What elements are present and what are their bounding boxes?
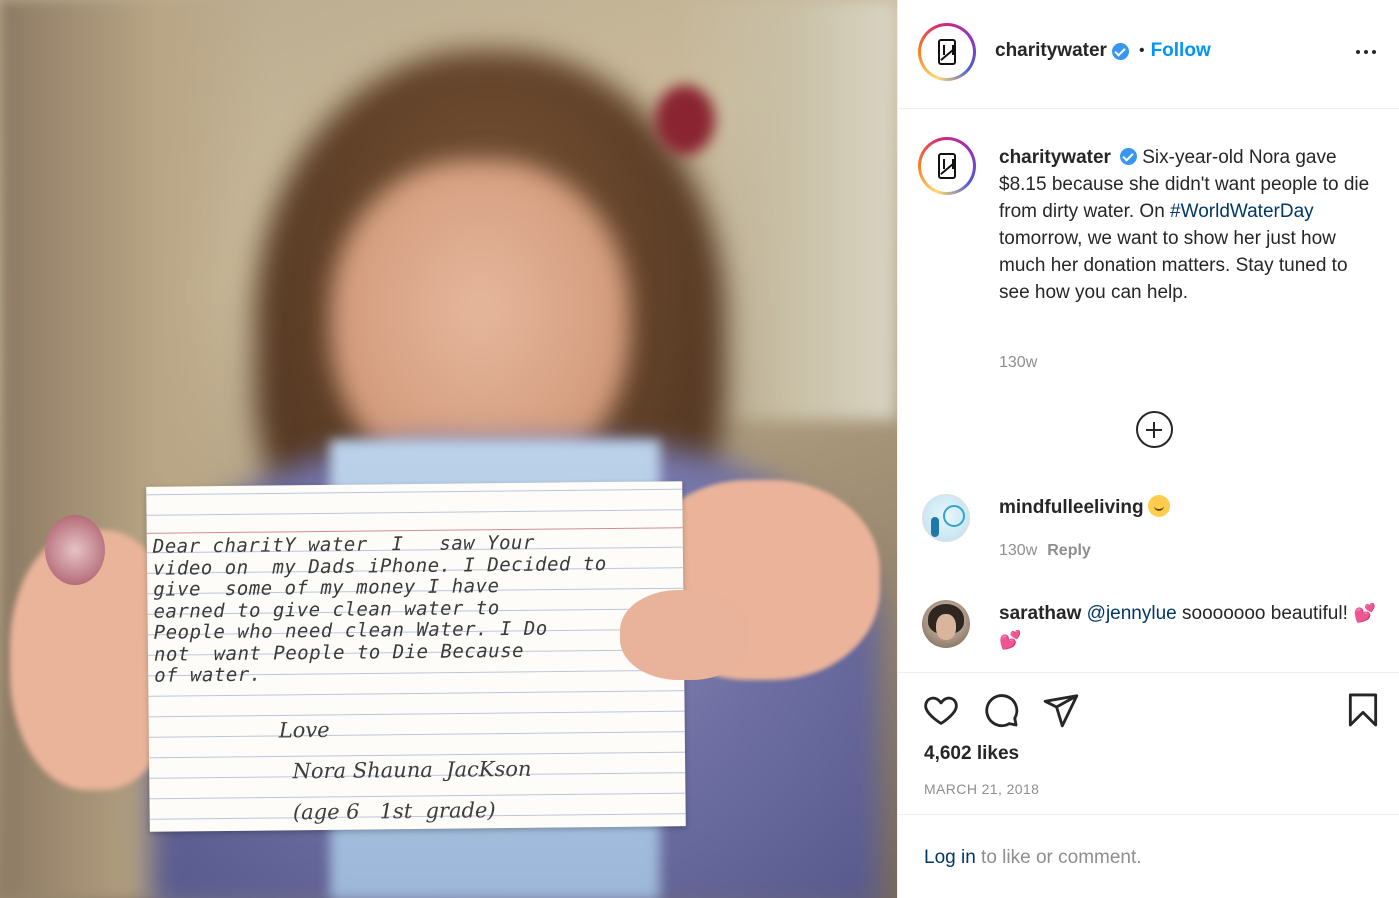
caption-text: charitywater Six-year-old Nora gave $8.1… <box>999 144 1379 306</box>
caption-body-2: tomorrow, we want to show her just how m… <box>999 228 1348 303</box>
login-prompt: Log in to like or comment. <box>898 814 1399 898</box>
caption-username[interactable]: charitywater <box>999 147 1111 168</box>
verified-badge-icon <box>1111 42 1129 60</box>
load-more-comments-plus-circle-icon[interactable] <box>1136 411 1173 448</box>
login-link[interactable]: Log in <box>924 847 976 868</box>
photo-hair-bow <box>655 85 715 155</box>
comment-text: mindfulleeliving <box>999 494 1379 521</box>
comment-text: sarathaw @jennylue sooooooo beautiful! 💕💕 <box>999 600 1379 654</box>
comment-username[interactable]: sarathaw <box>999 603 1081 624</box>
post-photo[interactable]: Dear charitY water I saw Your video on m… <box>0 0 897 898</box>
more-options-icon[interactable] <box>1356 44 1376 60</box>
commenter-avatar[interactable] <box>922 600 970 648</box>
comment-username[interactable]: mindfulleeliving <box>999 497 1144 518</box>
verified-badge-icon <box>1119 148 1137 165</box>
follow-button[interactable]: Follow <box>1151 40 1211 62</box>
comment-body: sooooooo beautiful! <box>1176 603 1348 624</box>
reply-button[interactable]: Reply <box>1047 542 1091 559</box>
photo-right-thumb <box>620 590 750 680</box>
post-header: charitywater • Follow <box>898 0 1399 109</box>
post-date[interactable]: MARCH 21, 2018 <box>924 781 1039 797</box>
jerrycan-logo-icon <box>924 143 970 189</box>
commenter-avatar[interactable] <box>922 494 970 542</box>
profile-avatar[interactable] <box>918 23 976 81</box>
hugging-face-emoji-icon <box>1147 495 1170 517</box>
post-side-panel: charitywater • Follow charitywater Six-y… <box>897 0 1399 898</box>
paper-plane-icon[interactable] <box>1042 691 1080 734</box>
header-name-row: charitywater • Follow <box>995 40 1211 62</box>
header-username[interactable]: charitywater <box>995 40 1107 62</box>
mention-link[interactable]: @jennylue <box>1087 603 1177 624</box>
login-prompt-text: Log in to like or comment. <box>924 847 1142 869</box>
caption-timestamp[interactable]: 130w <box>999 354 1037 372</box>
photo-ring <box>45 515 105 585</box>
jerrycan-logo-icon <box>924 29 970 75</box>
bookmark-icon[interactable] <box>1344 691 1382 734</box>
comment-bubble-icon[interactable] <box>982 691 1020 734</box>
post-actions: 4,602 likes MARCH 21, 2018 <box>898 672 1399 814</box>
hashtag-link[interactable]: #WorldWaterDay <box>1170 201 1314 222</box>
comment-meta: 130w Reply <box>999 542 1091 560</box>
note-text: Dear charitY water I saw Your video on m… <box>152 531 607 687</box>
likes-count[interactable]: 4,602 likes <box>924 743 1019 765</box>
caption-avatar[interactable] <box>918 137 976 195</box>
comment-timestamp[interactable]: 130w <box>999 542 1037 559</box>
note-signature: Love Nora Shauna JacKson (age 6 1st grad… <box>278 717 532 825</box>
separator-dot: • <box>1138 42 1145 59</box>
handwritten-note-card: Dear charitY water I saw Your video on m… <box>146 481 686 832</box>
login-prompt-rest: to like or comment. <box>975 847 1142 868</box>
heart-icon[interactable] <box>922 691 960 734</box>
